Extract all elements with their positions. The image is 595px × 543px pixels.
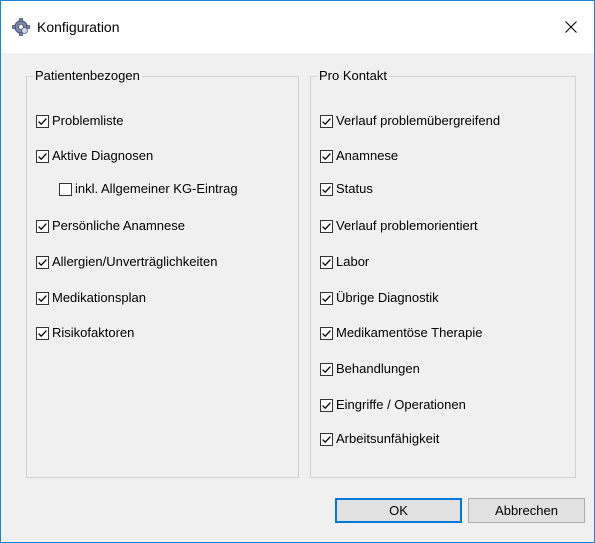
checkbox-box[interactable] [36, 219, 49, 233]
checkbox-verlauf-problemuebergreifend[interactable]: Verlauf problemübergreifend [320, 112, 500, 130]
checkbox-problemliste[interactable]: Problemliste [36, 112, 124, 130]
checkbox-box[interactable] [59, 182, 72, 196]
checkbox-box[interactable] [320, 362, 333, 376]
checkbox-label: Eingriffe / Operationen [336, 397, 466, 412]
checkbox-inkl-allgemeiner-kg-eintrag[interactable]: inkl. Allgemeiner KG-Eintrag [59, 180, 238, 198]
checkbox-label: Arbeitsunfähigkeit [336, 431, 440, 446]
checkbox-label: Verlauf problemorientiert [336, 218, 478, 233]
checkbox-uebrige-diagnostik[interactable]: Übrige Diagnostik [320, 289, 439, 307]
checkbox-label: Anamnese [336, 148, 399, 163]
checkbox-label: Verlauf problemübergreifend [336, 113, 501, 128]
group-title: Pro Kontakt [317, 68, 389, 84]
checkbox-box[interactable] [320, 326, 333, 340]
checkbox-arbeitsunfaehigkeit[interactable]: Arbeitsunfähigkeit [320, 430, 439, 448]
checkbox-box[interactable] [320, 114, 333, 128]
checkbox-box[interactable] [320, 398, 333, 412]
checkbox-box[interactable] [36, 149, 49, 163]
checkbox-box[interactable] [320, 432, 333, 446]
checkbox-label: Labor [336, 254, 370, 269]
checkmark-icon [38, 222, 47, 230]
checkmark-icon [322, 401, 331, 409]
checkbox-label: Medikationsplan [52, 290, 146, 305]
checkbox-verlauf-problemorientiert[interactable]: Verlauf problemorientiert [320, 217, 478, 235]
checkbox-box[interactable] [320, 255, 333, 269]
checkmark-icon [322, 222, 331, 230]
checkbox-anamnese[interactable]: Anamnese [320, 147, 398, 165]
checkmark-icon [38, 152, 47, 160]
checkbox-label: Übrige Diagnostik [336, 290, 439, 305]
checkmark-icon [322, 329, 331, 337]
checkmark-icon [322, 258, 331, 266]
ok-button[interactable]: OK [335, 498, 462, 523]
checkbox-behandlungen[interactable]: Behandlungen [320, 360, 420, 378]
checkbox-risikofaktoren[interactable]: Risikofaktoren [36, 324, 134, 342]
checkmark-icon [322, 152, 331, 160]
checkbox-medikamentoese-therapie[interactable]: Medikamentöse Therapie [320, 324, 482, 342]
checkbox-status[interactable]: Status [320, 180, 373, 198]
checkmark-icon [38, 329, 47, 337]
checkmark-icon [322, 365, 331, 373]
checkbox-box[interactable] [36, 291, 49, 305]
checkmark-icon [38, 258, 47, 266]
checkbox-label: Problemliste [52, 113, 124, 128]
dialog-title: Konfiguration [37, 19, 120, 35]
checkbox-persoenliche-anamnese[interactable]: Persönliche Anamnese [36, 217, 185, 235]
checkmark-icon [38, 117, 47, 125]
checkbox-label: Persönliche Anamnese [52, 218, 185, 233]
close-icon [565, 21, 577, 33]
checkmark-icon [322, 435, 331, 443]
checkmark-icon [322, 294, 331, 302]
checkbox-label: Status [336, 181, 373, 196]
checkbox-medikationsplan[interactable]: Medikationsplan [36, 289, 146, 307]
checkbox-label: Risikofaktoren [52, 325, 135, 340]
checkbox-labor[interactable]: Labor [320, 253, 369, 271]
pro-kontakt-group: Pro Kontakt [310, 68, 576, 478]
checkbox-label: Medikamentöse Therapie [336, 325, 483, 340]
checkbox-box[interactable] [320, 182, 333, 196]
patientenbezogen-group: Patientenbezogen [26, 68, 299, 478]
checkbox-box[interactable] [320, 219, 333, 233]
configuration-dialog: Konfiguration Patientenbezogen Pro Konta… [0, 0, 595, 543]
checkbox-box[interactable] [36, 255, 49, 269]
checkbox-label: Allergien/Unverträglichkeiten [52, 254, 218, 269]
group-title: Patientenbezogen [33, 68, 142, 84]
checkmark-icon [322, 185, 331, 193]
checkbox-box[interactable] [36, 326, 49, 340]
gear-icon [12, 18, 30, 36]
checkbox-allergien[interactable]: Allergien/Unverträglichkeiten [36, 253, 217, 271]
close-button[interactable] [548, 1, 594, 53]
checkbox-label: Aktive Diagnosen [52, 148, 154, 163]
checkmark-icon [38, 294, 47, 302]
checkbox-box[interactable] [320, 149, 333, 163]
checkbox-box[interactable] [36, 114, 49, 128]
title-bar: Konfiguration [1, 1, 594, 53]
checkbox-label: Behandlungen [336, 361, 420, 376]
checkbox-label: inkl. Allgemeiner KG-Eintrag [75, 181, 238, 196]
checkbox-eingriffe-operationen[interactable]: Eingriffe / Operationen [320, 396, 466, 414]
checkbox-aktive-diagnosen[interactable]: Aktive Diagnosen [36, 147, 153, 165]
checkbox-box[interactable] [320, 291, 333, 305]
checkmark-icon [322, 117, 331, 125]
cancel-button[interactable]: Abbrechen [468, 498, 585, 523]
